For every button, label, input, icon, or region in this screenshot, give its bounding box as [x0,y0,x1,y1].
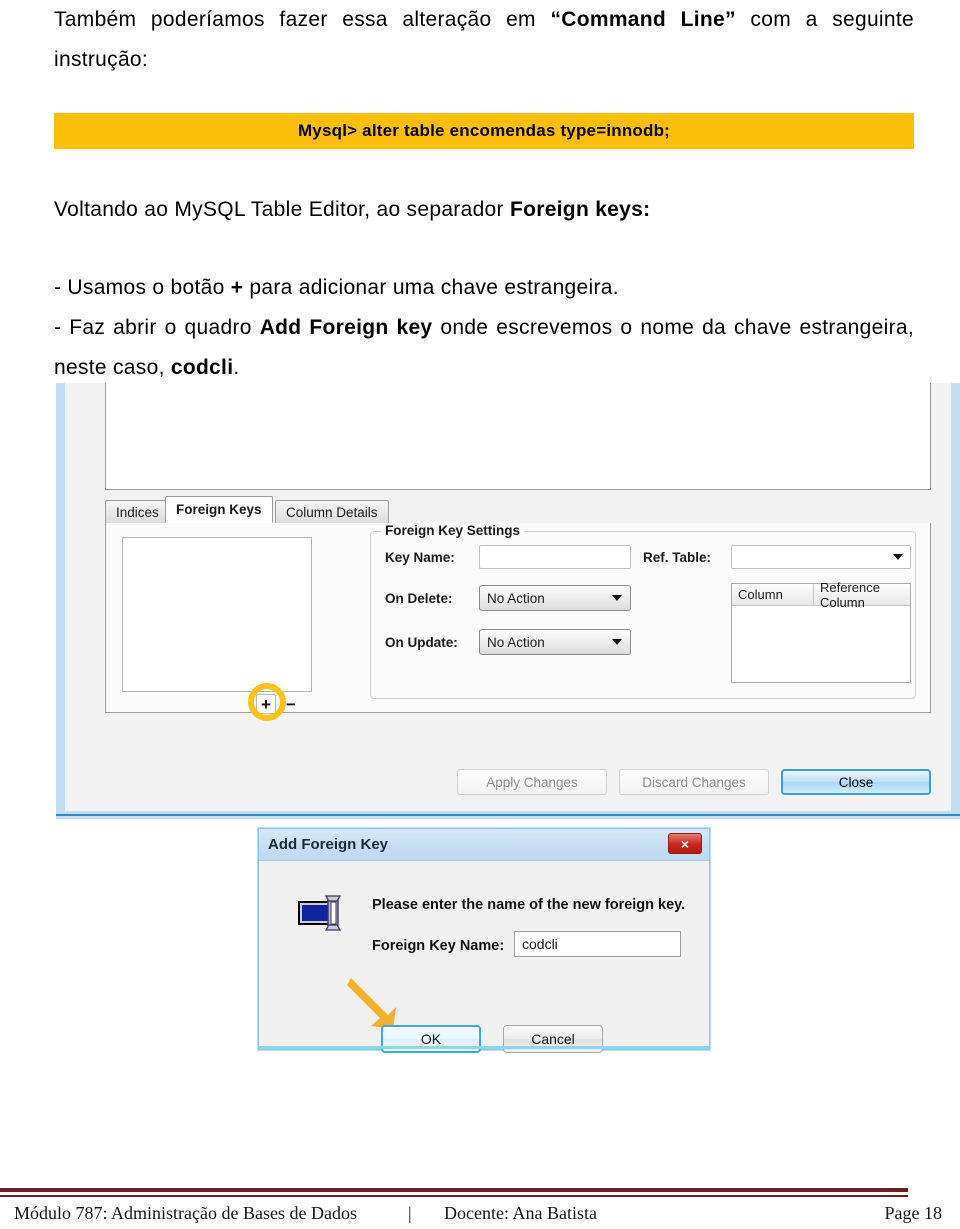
database-key-icon [298,895,342,931]
bullet-dialog-emphasis: Add Foreign key [259,316,433,339]
tab-column-details-label: Column Details [286,504,378,520]
mysql-table-editor-screenshot: Indices Foreign Keys Column Details + − [56,383,960,819]
bullet-dialog: - Faz abrir o quadro Add Foreign key ond… [54,308,914,388]
paragraph-returning-pre: Voltando ao MySQL Table Editor, ao separ… [54,198,510,221]
remove-foreign-key-button[interactable]: − [286,696,296,713]
dialog-title-bar[interactable]: Add Foreign Key × [259,829,709,861]
foreign-key-name-label: Foreign Key Name: [372,938,505,954]
apply-changes-label: Apply Changes [486,774,578,790]
table-editor-content: Indices Foreign Keys Column Details + − [65,383,951,811]
footer-rule-thick [0,1188,908,1192]
on-delete-select[interactable]: No Action [479,585,631,611]
dialog-bottom-accent [259,1046,709,1049]
bullet-dialog-keyname: codcli [170,356,234,379]
ok-button-label: OK [420,1031,442,1047]
tab-indices[interactable]: Indices [105,500,170,523]
foreign-key-settings-legend: Foreign Key Settings [381,523,525,538]
plus-icon: + [261,694,271,714]
dialog-body: Please enter the name of the new foreign… [259,861,709,1053]
reference-columns-table[interactable]: Column Reference Column [731,579,911,683]
bullet-add-fk-post: para adicionar uma chave estrangeira. [243,276,619,299]
dialog-title-text: Add Foreign Key [268,836,389,853]
tab-foreign-keys[interactable]: Foreign Keys [165,496,273,523]
foreign-key-settings-fieldset: Foreign Key Settings Key Name: Ref. Tabl… [370,523,916,699]
foreign-key-name-value: codcli [522,936,558,952]
bullet-dialog-pre: - Faz abrir o quadro [54,316,260,339]
footer-module: Módulo 787: Administração de Bases de Da… [14,1203,357,1223]
tab-column-details[interactable]: Column Details [275,500,389,523]
chevron-down-icon [612,595,622,601]
foreign-key-name-input[interactable]: codcli [514,931,681,957]
on-update-label: On Update: [385,635,458,650]
paragraph-intro-pre: Também poderíamos fazer essa alteração e… [54,8,551,31]
paragraph-intro: Também poderíamos fazer essa alteração e… [54,0,914,80]
column-header-reference-column: Reference Column [820,579,880,610]
close-button-label: Close [838,774,874,790]
footer-teacher: Docente: Ana Batista [444,1203,597,1223]
bullet-add-fk-symbol: + [230,276,244,299]
reference-columns-header-row: Column Reference Column [732,579,910,610]
discard-changes-label: Discard Changes [642,774,746,790]
bullet-add-fk: - Usamos o botão + para adicionar uma ch… [54,268,914,308]
chevron-down-icon [893,554,903,560]
close-button[interactable]: Close [781,769,931,795]
footer-page-number: Page 18 [884,1203,943,1223]
footer-separator: | [408,1203,412,1223]
key-name-input[interactable] [479,545,631,569]
foreign-keys-pane: + − Foreign Key Settings Key Name: Ref. … [105,523,931,721]
foreign-keys-listbox[interactable] [122,537,312,692]
on-update-value: No Action [487,634,545,650]
sql-code-banner: Mysql> alter table encomendas type=innod… [54,113,914,149]
column-header-column: Column [732,584,814,605]
bullet-add-fk-pre: - Usamos o botão [54,276,231,299]
editor-tabstrip: Indices Foreign Keys Column Details [105,496,931,524]
window-frame-right [951,383,960,819]
discard-changes-button[interactable]: Discard Changes [619,769,769,795]
tab-indices-label: Indices [116,504,159,520]
window-frame-left [56,383,65,819]
tab-foreign-keys-label: Foreign Keys [176,502,262,517]
add-foreign-key-button[interactable]: + [256,694,276,714]
key-name-label: Key Name: [385,550,455,565]
columns-grid-panel[interactable] [105,383,931,490]
page-footer: Módulo 787: Administração de Bases de Da… [0,1203,960,1229]
on-delete-label: On Delete: [385,591,453,606]
minus-icon: − [286,694,296,714]
window-frame-accent [56,814,960,816]
on-update-select[interactable]: No Action [479,629,631,655]
on-delete-value: No Action [487,590,545,606]
cancel-button-label: Cancel [531,1031,575,1047]
paragraph-intro-emphasis: “Command Line” [550,8,736,31]
close-icon-glyph: × [680,835,690,852]
footer-rule-thin [0,1195,908,1197]
dialog-message: Please enter the name of the new foreign… [372,897,686,913]
bullet-dialog-post: . [233,356,240,379]
close-icon[interactable]: × [668,833,702,854]
ref-table-label: Ref. Table: [643,550,712,565]
apply-changes-button[interactable]: Apply Changes [457,769,607,795]
chevron-down-icon [612,639,622,645]
paragraph-returning-emphasis: Foreign keys: [509,198,651,221]
add-foreign-key-dialog: Add Foreign Key × Please enter the name … [258,828,710,1053]
editor-button-bar: Apply Changes Discard Changes Close [65,769,931,795]
paragraph-returning: Voltando ao MySQL Table Editor, ao separ… [54,190,914,230]
ref-table-combobox[interactable] [731,545,911,569]
sql-code-text: Mysql> alter table encomendas type=innod… [297,121,671,140]
list-action-buttons: + − [256,691,326,717]
